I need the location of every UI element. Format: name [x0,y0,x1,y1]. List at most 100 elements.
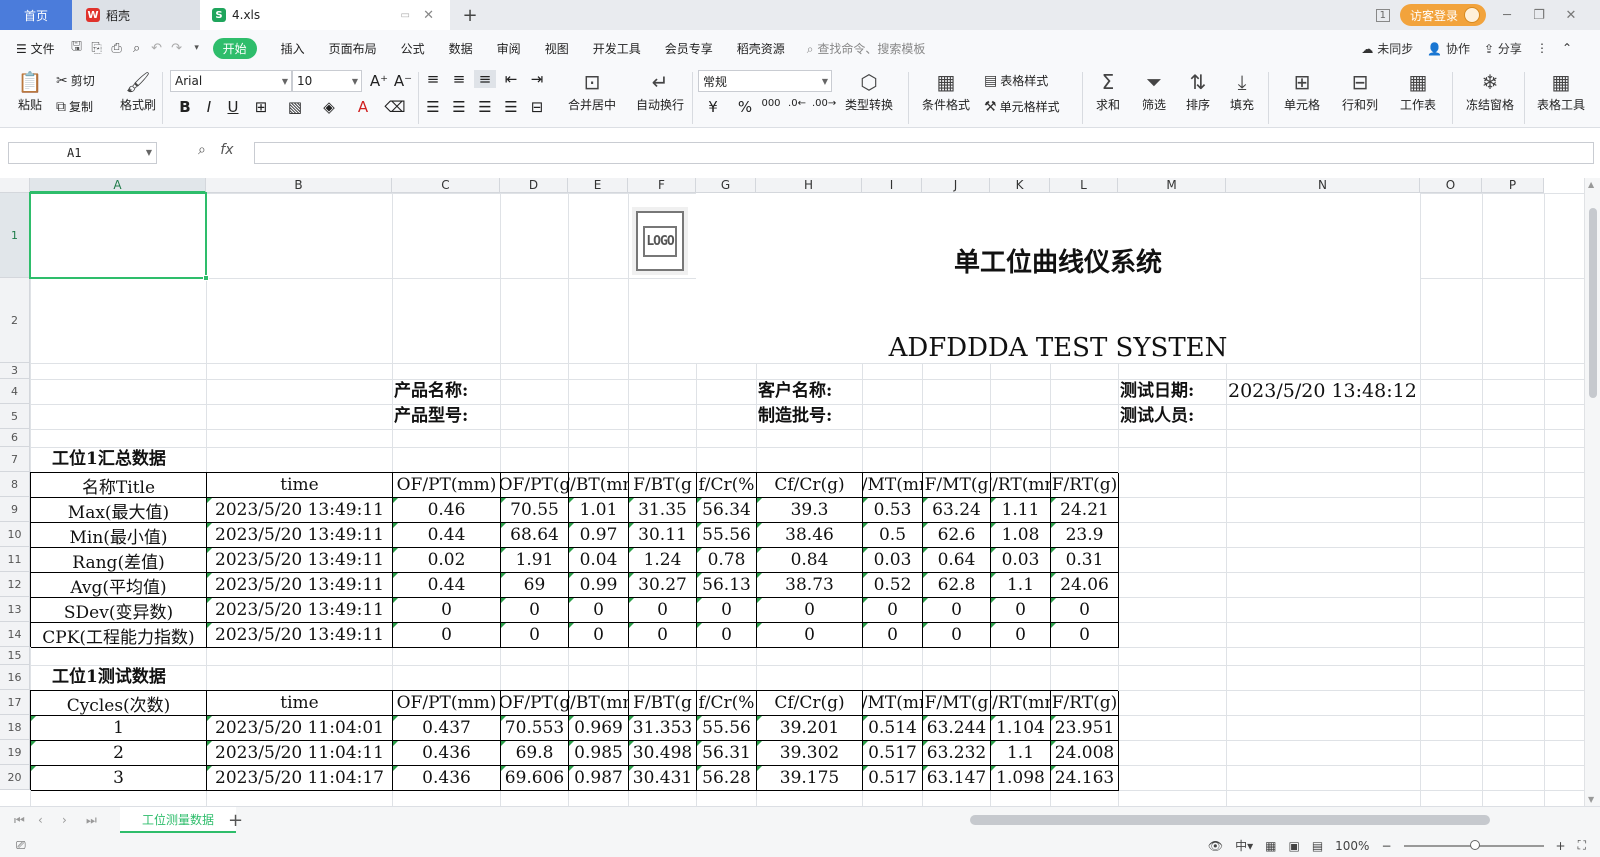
table-cell[interactable]: 62.8 [923,573,991,598]
guest-login-button[interactable]: 访客登录 [1399,4,1486,26]
table-cell[interactable]: 2023/5/20 13:49:11 [207,523,393,548]
export-icon[interactable]: ⎘ [87,41,107,56]
table-cell[interactable]: 56.31 [697,741,757,766]
column-header-b[interactable]: B [206,178,392,193]
print-preview-icon[interactable]: ⌕ [127,41,147,56]
table-cell[interactable]: 39.175 [757,766,863,791]
prev-sheet-icon[interactable]: ‹ [38,813,43,827]
file-menu[interactable]: ☰ 文件 [12,40,67,57]
align-middle-icon[interactable]: ≡ [448,70,470,88]
table-cell[interactable]: 0.437 [393,716,501,741]
table-cell[interactable]: 0 [757,623,863,648]
table-cell[interactable]: 31.353 [629,716,697,741]
table-cell[interactable]: 0 [569,598,629,623]
row-header-1[interactable]: 1 [0,193,30,278]
zoom-in-icon[interactable]: + [1556,839,1566,853]
tab-home[interactable]: 首页 [0,0,72,30]
table-cell[interactable]: 39.201 [757,716,863,741]
add-sheet-button[interactable]: + [228,810,243,831]
table-cell[interactable]: 2023/5/20 13:49:11 [207,598,393,623]
border-icon[interactable]: ⊞ [250,98,272,116]
table-cell[interactable]: 0.514 [863,716,923,741]
table-cell[interactable]: 23.9 [1051,523,1119,548]
more-icon[interactable]: ⋮ [1536,41,1548,55]
column-header-c[interactable]: C [392,178,500,193]
table-cell[interactable]: 55.56 [697,523,757,548]
collaborate-button[interactable]: 👤 协作 [1427,40,1470,57]
row-header-20[interactable]: 20 [0,765,30,790]
cell-button[interactable]: ⊞ 单元格 [1274,68,1330,113]
merge-center-button[interactable]: ⊡ 合并居中 [562,68,622,113]
zoom-search-icon[interactable]: ⌕ [198,142,206,158]
table-header-cell[interactable]: F/BT(g [629,473,697,498]
align-right-icon[interactable]: ☰ [474,98,496,116]
collapse-ribbon-icon[interactable]: ⌃ [1562,41,1572,55]
tab-file[interactable]: S 4.xls ▭ ✕ [200,0,450,30]
table-cell[interactable]: 2023/5/20 11:04:17 [207,766,393,791]
table-cell[interactable]: 1.104 [991,716,1051,741]
table-cell[interactable]: 2 [31,741,207,766]
cut-button[interactable]: ✂ 剪切 [56,72,95,89]
table-cell[interactable]: 30.498 [629,741,697,766]
table-header-cell[interactable]: OF/PT(g [501,691,569,716]
table-cell[interactable]: Rang(差值) [31,548,207,573]
table-header-cell[interactable]: F/BT(mm [569,691,629,716]
table-cell[interactable]: 24.163 [1051,766,1119,791]
table-cell[interactable]: 2023/5/20 11:04:11 [207,741,393,766]
table-cell[interactable]: 56.28 [697,766,757,791]
table-cell[interactable]: 24.008 [1051,741,1119,766]
table-cell[interactable]: 30.27 [629,573,697,598]
table-cell[interactable]: 0.31 [1051,548,1119,573]
type-convert-button[interactable]: ⬡ 类型转换 [836,68,902,113]
menu-formulas[interactable]: 公式 [389,40,437,57]
table-cell[interactable]: SDev(变异数) [31,598,207,623]
table-header-cell[interactable]: F/RT(g) [1051,473,1119,498]
table-cell[interactable]: 70.553 [501,716,569,741]
freeze-panes-button[interactable]: ❄ 冻结窗格 [1458,68,1522,113]
thousands-icon[interactable]: 000 [760,98,782,109]
fill-color-icon[interactable]: ◈ [318,98,340,116]
underline-icon[interactable]: U [222,98,244,116]
table-style-button[interactable]: ▤ 表格样式 [984,72,1048,89]
column-header-e[interactable]: E [568,178,628,193]
align-top-icon[interactable]: ≡ [422,70,444,88]
table-cell[interactable]: 0.78 [697,548,757,573]
font-size-select[interactable]: 10 ▼ [292,70,362,92]
scroll-thumb[interactable] [1589,208,1597,398]
table-header-cell[interactable]: F/RT(mm [991,473,1051,498]
increase-font-icon[interactable]: A⁺ [368,72,390,90]
table-header-cell[interactable]: Cf/Cr(g) [757,473,863,498]
table-cell[interactable]: 0 [629,623,697,648]
table-header-cell[interactable]: F/MT(g [923,691,991,716]
table-cell[interactable]: 68.64 [501,523,569,548]
table-cell[interactable]: 1.098 [991,766,1051,791]
table-cell[interactable]: 0.04 [569,548,629,573]
table-cell[interactable]: 0.02 [393,548,501,573]
sum-button[interactable]: Σ 求和 [1088,68,1128,113]
table-tools-button[interactable]: ▦ 表格工具 [1530,68,1592,113]
distribute-icon[interactable]: ⊟ [526,98,548,116]
row-header-6[interactable]: 6 [0,429,30,447]
row-header-11[interactable]: 11 [0,547,30,572]
table-cell[interactable]: 0 [569,623,629,648]
chevron-down-icon[interactable]: ▾ [187,43,207,53]
menu-insert[interactable]: 插入 [269,40,317,57]
table-header-cell[interactable]: F/RT(mm [991,691,1051,716]
table-cell[interactable]: 0 [923,623,991,648]
table-header-cell[interactable]: Cycles(次数) [31,691,207,716]
table-cell[interactable]: 69 [501,573,569,598]
font-name-select[interactable]: Arial ▼ [170,70,292,92]
table-cell[interactable]: 0 [697,598,757,623]
table-cell[interactable]: 63.24 [923,498,991,523]
font-color-icon[interactable]: A [352,98,374,116]
table-cell[interactable]: 55.56 [697,716,757,741]
row-header-7[interactable]: 7 [0,447,30,472]
table-cell[interactable]: 0.99 [569,573,629,598]
column-header-g[interactable]: G [696,178,756,193]
table-cell[interactable]: Max(最大值) [31,498,207,523]
format-painter-button[interactable]: 🖌 格式刷 [118,68,158,113]
table-cell[interactable]: 1.91 [501,548,569,573]
table-cell[interactable]: 39.3 [757,498,863,523]
row-header-10[interactable]: 10 [0,522,30,547]
menu-docer-resources[interactable]: 稻壳资源 [725,40,797,57]
